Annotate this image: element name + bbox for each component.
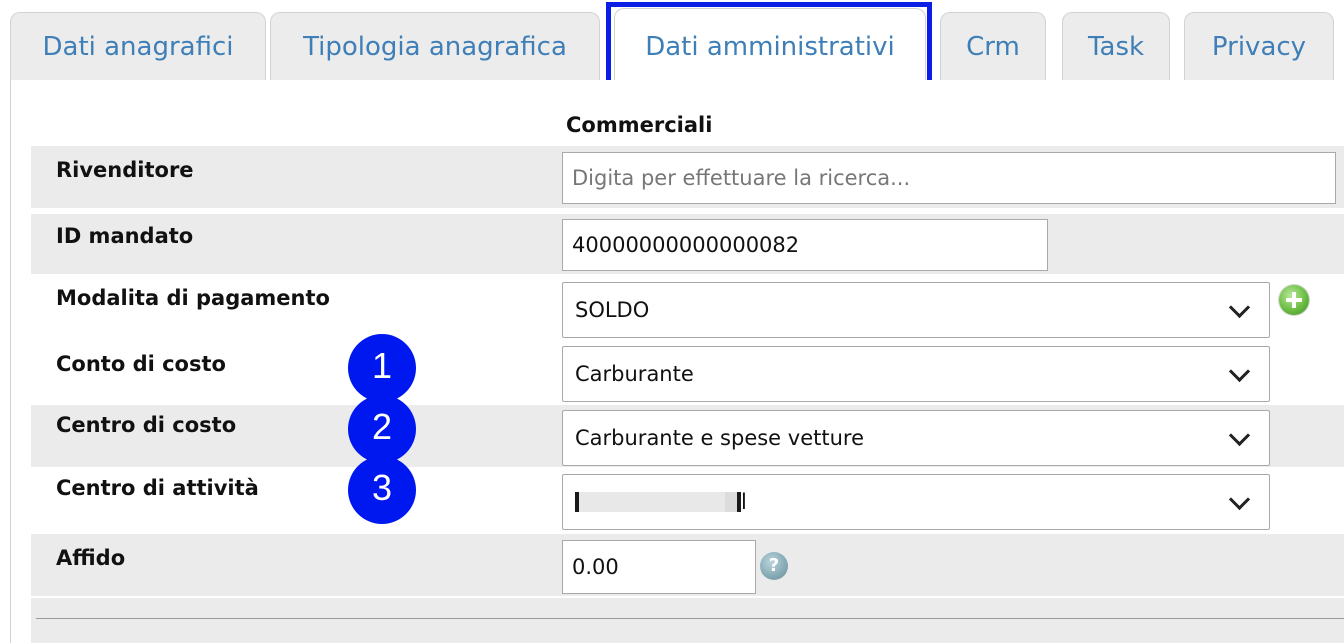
annotation-badge-3: 3 bbox=[348, 456, 416, 524]
centro-costo-value: Carburante e spese vetture bbox=[575, 426, 864, 450]
tab-bar: Dati anagrafici Tipologia anagrafica Dat… bbox=[0, 0, 1344, 81]
annotation-badge-1: 1 bbox=[348, 334, 416, 402]
conto-costo-value: Carburante bbox=[575, 362, 694, 386]
centro-attivita-label: Centro di attività bbox=[56, 476, 259, 500]
modalita-pagamento-label: Modalita di pagamento bbox=[56, 286, 330, 310]
chevron-down-icon bbox=[1228, 360, 1251, 383]
affido-input[interactable]: 0.00 bbox=[562, 540, 756, 594]
annotation-badge-2: 2 bbox=[348, 395, 416, 463]
tab-dati-amministrativi[interactable]: Dati amministrativi bbox=[614, 8, 926, 81]
conto-costo-label: Conto di costo bbox=[56, 352, 226, 376]
affido-label: Affido bbox=[56, 546, 126, 570]
conto-costo-select[interactable]: Carburante bbox=[562, 346, 1270, 402]
rivenditore-label: Rivenditore bbox=[56, 158, 194, 182]
modalita-pagamento-select[interactable]: SOLDO bbox=[562, 282, 1270, 338]
centro-costo-select[interactable]: Carburante e spese vetture bbox=[562, 410, 1270, 466]
chevron-down-icon bbox=[1228, 296, 1251, 319]
tab-dati-anagrafici[interactable]: Dati anagrafici bbox=[10, 12, 266, 80]
id-mandato-label: ID mandato bbox=[56, 224, 194, 248]
tab-task[interactable]: Task bbox=[1062, 12, 1170, 80]
id-mandato-input[interactable]: 40000000000000082 bbox=[562, 219, 1048, 271]
section-title: Commerciali bbox=[566, 113, 713, 137]
add-icon[interactable] bbox=[1279, 285, 1309, 315]
tab-privacy[interactable]: Privacy bbox=[1184, 12, 1334, 80]
chevron-down-icon bbox=[1228, 424, 1251, 447]
modalita-pagamento-value: SOLDO bbox=[575, 298, 650, 322]
centro-attivita-value: l bbox=[741, 490, 747, 514]
help-icon[interactable]: ? bbox=[760, 552, 788, 580]
redacted-value bbox=[575, 492, 745, 512]
tab-tipologia-anagrafica[interactable]: Tipologia anagrafica bbox=[270, 12, 600, 80]
tab-crm[interactable]: Crm bbox=[940, 12, 1046, 80]
centro-costo-label: Centro di costo bbox=[56, 413, 237, 437]
row-footer bbox=[31, 598, 1344, 643]
divider bbox=[36, 618, 1344, 619]
chevron-down-icon bbox=[1228, 488, 1251, 511]
rivenditore-search-input[interactable]: Digita per effettuare la ricerca... bbox=[562, 152, 1336, 204]
centro-attivita-select[interactable]: l bbox=[562, 474, 1270, 530]
